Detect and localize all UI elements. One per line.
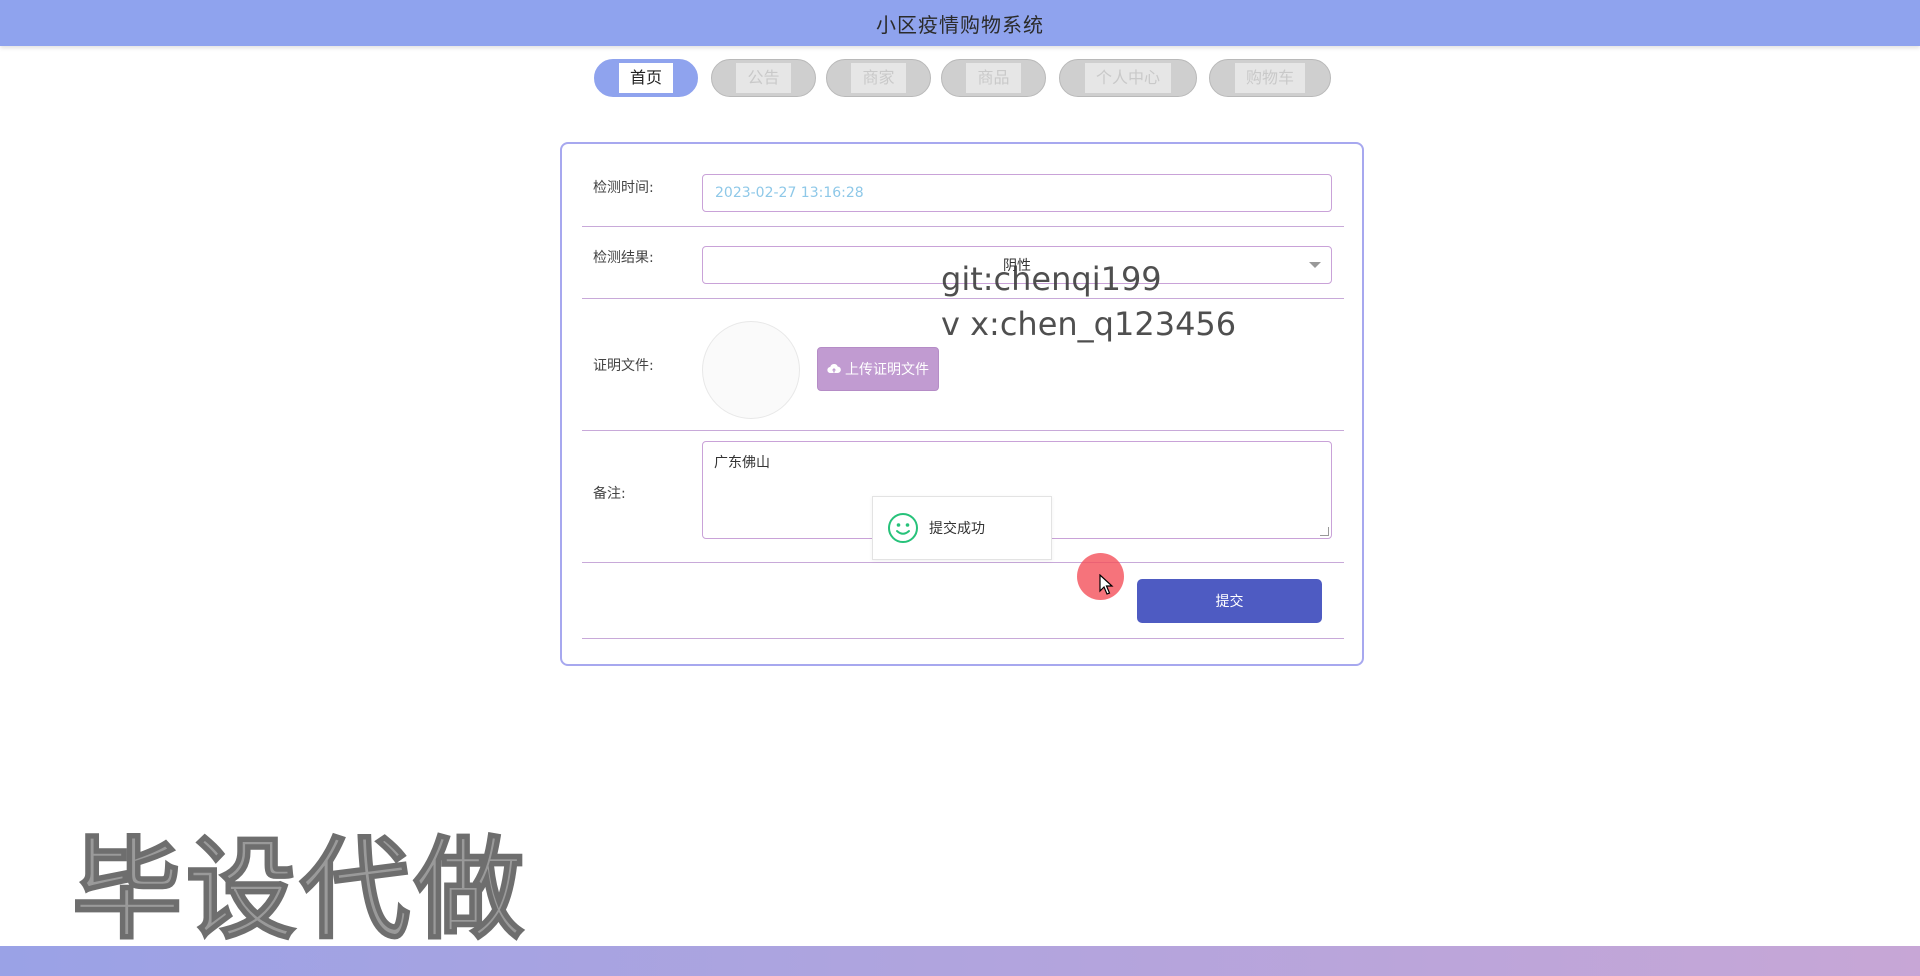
nav-notice[interactable]: 公告: [711, 59, 816, 97]
resize-handle[interactable]: [1320, 527, 1329, 536]
remark-value: 广东佛山: [714, 455, 770, 471]
upload-proof-button[interactable]: 上传证明文件: [817, 347, 939, 391]
nav-cart[interactable]: 购物车: [1209, 59, 1331, 97]
time-input[interactable]: 2023-02-27 13:16:28: [702, 174, 1332, 212]
wechat-watermark: v x:chen_q123456: [941, 305, 1237, 343]
form-row-time: 检测时间: 2023-02-27 13:16:28: [582, 164, 1344, 227]
toast-message: 提交成功: [929, 521, 985, 537]
submit-button[interactable]: 提交: [1137, 579, 1322, 623]
nav-personal-center-label: 个人中心: [1084, 63, 1171, 93]
mouse-cursor-icon: [1099, 574, 1114, 595]
success-toast: 提交成功: [872, 496, 1052, 560]
time-label: 检测时间:: [593, 180, 654, 196]
nav-goods[interactable]: 商品: [941, 59, 1046, 97]
nav-home[interactable]: 首页: [594, 59, 698, 97]
nav-home-label: 首页: [618, 63, 673, 93]
header-bar: 小区疫情购物系统: [0, 0, 1920, 46]
chevron-down-icon: [1309, 262, 1321, 268]
promo-watermark: 毕设代做: [71, 825, 528, 955]
nav-goods-label: 商品: [966, 63, 1021, 93]
footer-bar: [0, 946, 1920, 976]
remark-label: 备注:: [593, 486, 626, 502]
smile-icon: [888, 513, 918, 543]
nav-merchant[interactable]: 商家: [826, 59, 931, 97]
nav-merchant-label: 商家: [851, 63, 906, 93]
nav-cart-label: 购物车: [1234, 63, 1305, 93]
cloud-upload-icon: [827, 364, 841, 374]
submit-label: 提交: [1215, 594, 1244, 610]
upload-proof-label: 上传证明文件: [845, 362, 929, 378]
app-title: 小区疫情购物系统: [876, 12, 1044, 37]
result-label: 检测结果:: [593, 250, 654, 266]
nav-notice-label: 公告: [736, 63, 791, 93]
git-watermark: git:chenqi199: [941, 260, 1162, 298]
nav-personal-center[interactable]: 个人中心: [1059, 59, 1197, 97]
proof-label: 证明文件:: [593, 358, 654, 374]
proof-image-preview[interactable]: [702, 321, 800, 419]
main-nav: 首页 公告 商家 商品 个人中心 购物车: [0, 59, 1920, 101]
